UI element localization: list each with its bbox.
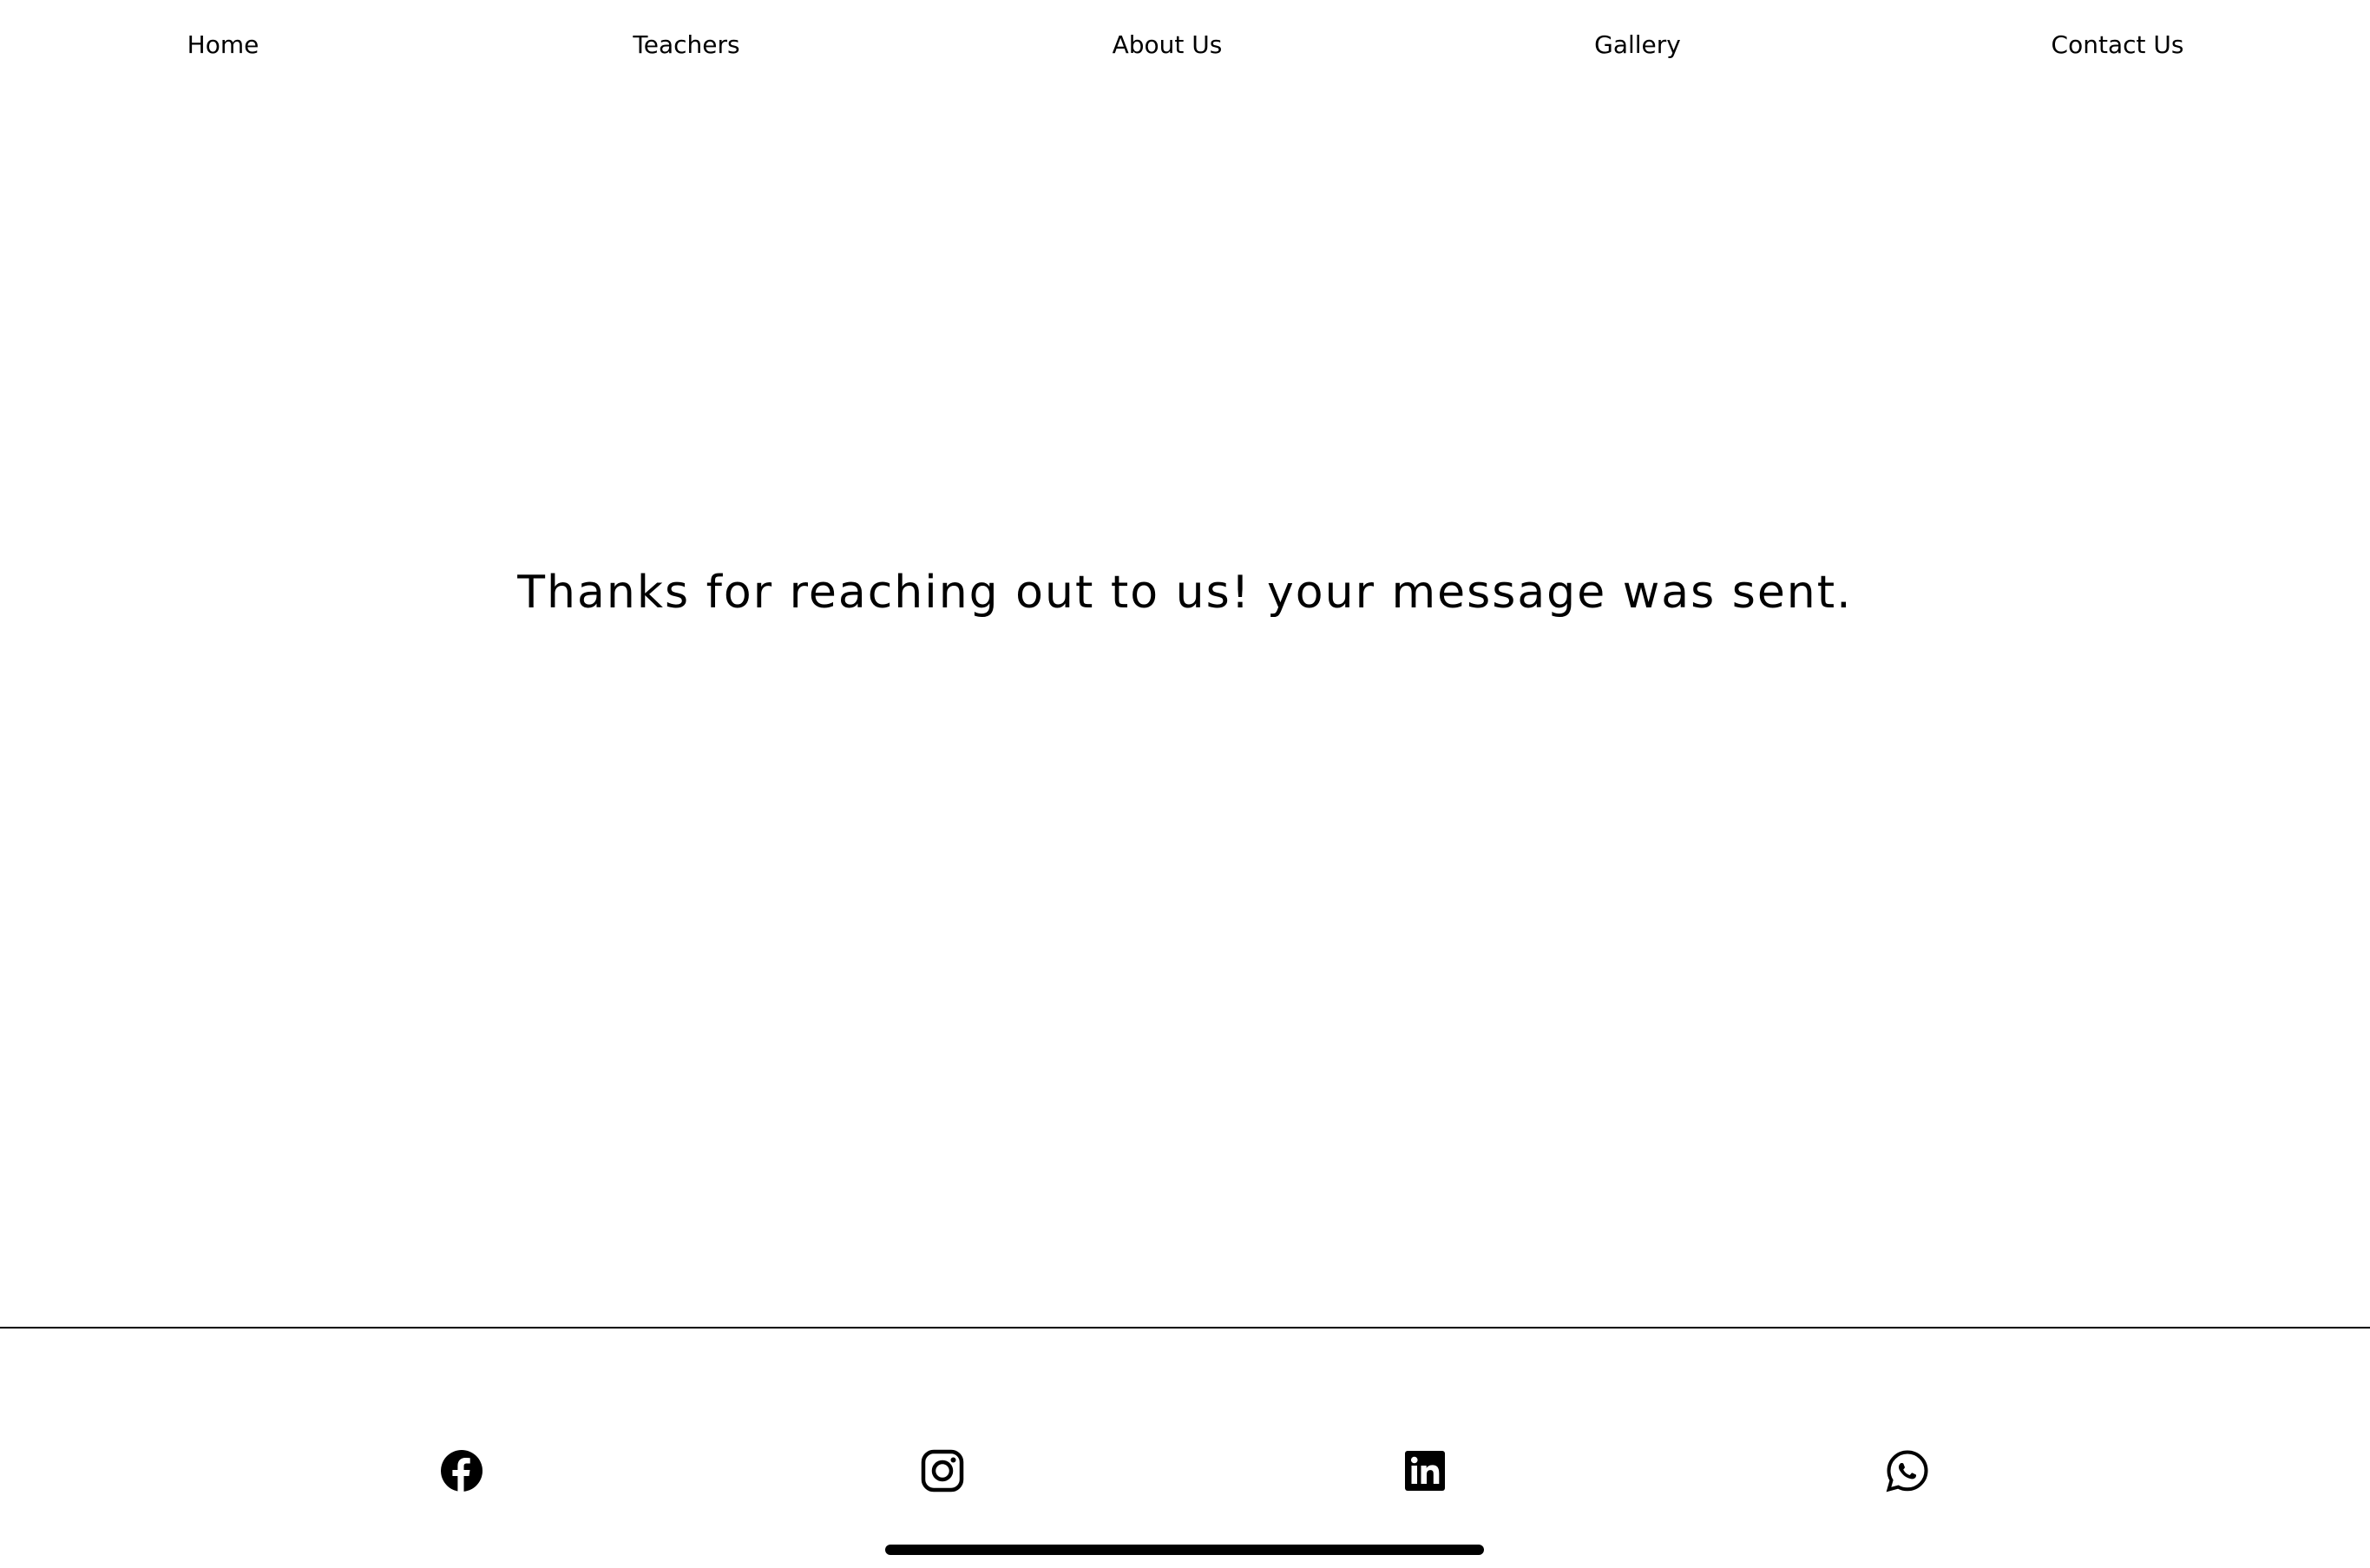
nav-item-contact-us[interactable]: Contact Us — [2052, 30, 2184, 61]
footer-divider — [0, 1327, 2370, 1329]
instagram-icon[interactable] — [921, 1449, 964, 1493]
nav-item-home[interactable]: Home — [187, 30, 259, 61]
home-indicator[interactable] — [885, 1545, 1484, 1555]
linkedin-icon[interactable] — [1403, 1449, 1447, 1493]
page: Home Teachers About Us Gallery Contact U… — [0, 0, 2370, 1568]
nav-item-teachers[interactable]: Teachers — [633, 30, 739, 61]
whatsapp-icon[interactable] — [1886, 1449, 1929, 1493]
facebook-icon[interactable] — [440, 1449, 483, 1493]
nav-item-gallery[interactable]: Gallery — [1594, 30, 1681, 61]
confirmation-message: Thanks for reaching out to us! your mess… — [517, 567, 1853, 619]
top-navigation: Home Teachers About Us Gallery Contact U… — [0, 0, 2370, 90]
nav-item-about-us[interactable]: About Us — [1113, 30, 1223, 61]
